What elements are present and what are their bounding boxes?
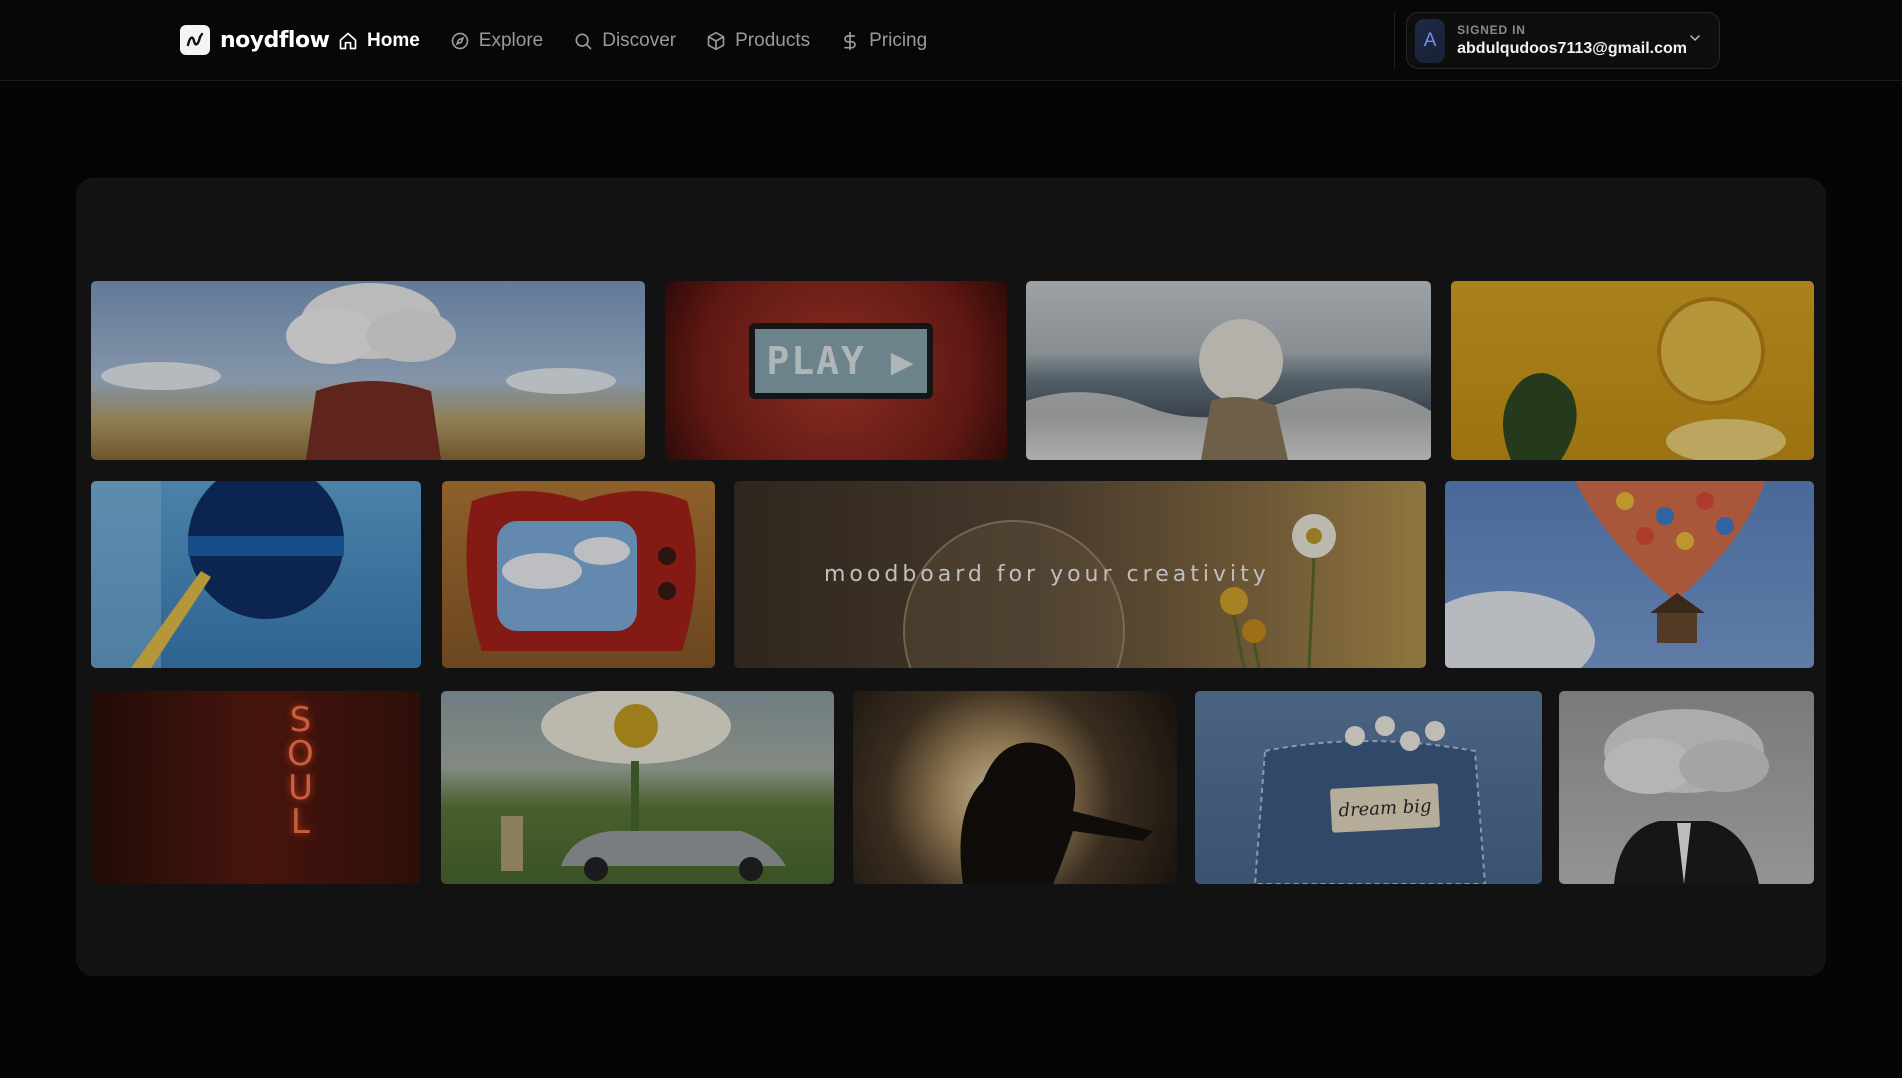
tile-play-machine[interactable]: PLAY ▶ [665,281,1007,460]
tile-dream-big-jeans[interactable]: dream big [1195,691,1542,884]
nav-discover-label: Discover [602,30,677,51]
home-icon [338,31,358,51]
tile-yellow-bathroom[interactable] [1451,281,1814,460]
tile-daisy-car[interactable] [441,691,834,884]
tile-blue-porthole[interactable] [91,481,421,668]
nav-products[interactable]: Products [706,30,810,52]
signed-in-label: SIGNED IN [1457,23,1526,37]
tile-red-tv[interactable] [442,481,715,668]
dollar-icon [840,31,860,51]
soul-neon-sign: S O U L [287,700,314,842]
nav-discover[interactable]: Discover [573,30,676,52]
chevron-down-icon [1687,30,1703,51]
tile-balloon-house[interactable] [1445,481,1814,668]
hero-tagline: moodboard for your creativity [824,562,1270,587]
tile-soul-sign[interactable]: S O U L [91,691,420,884]
top-navbar: noydflow Home Explore Discover Products … [0,0,1902,81]
tile-bubble-flowers-banner[interactable]: moodboard for your creativity [734,481,1426,668]
search-icon [573,31,593,51]
compass-icon [450,31,470,51]
main-nav: Home Explore Discover Products Pricing [338,26,927,56]
play-screen: PLAY ▶ [749,323,933,399]
brand-logo[interactable]: noydflow [180,24,330,56]
tile-cloud-head-field[interactable] [91,281,645,460]
tile-silhouette-backlight[interactable] [853,691,1177,884]
tile-cloud-head-suit[interactable] [1559,691,1814,884]
wave-icon [180,25,210,55]
brand-name: noydflow [220,27,330,53]
tile-astronaut-sea[interactable] [1026,281,1431,460]
avatar: A [1415,18,1446,63]
box-icon [706,31,726,51]
nav-home[interactable]: Home [338,30,420,52]
nav-home-label: Home [367,30,420,51]
nav-explore[interactable]: Explore [450,30,543,52]
nav-pricing-label: Pricing [869,30,928,51]
dream-big-patch: dream big [1329,783,1441,833]
account-menu-button[interactable]: A SIGNED IN abdulqudoos7113@gmail.com [1406,12,1720,69]
account-email: abdulqudoos7113@gmail.com [1457,40,1687,57]
moodboard-hero: PLAY ▶ moodboard for your creativity S O… [76,178,1826,976]
header-divider [1394,12,1395,70]
nav-pricing[interactable]: Pricing [840,30,927,52]
nav-products-label: Products [735,30,811,51]
nav-explore-label: Explore [478,30,544,51]
